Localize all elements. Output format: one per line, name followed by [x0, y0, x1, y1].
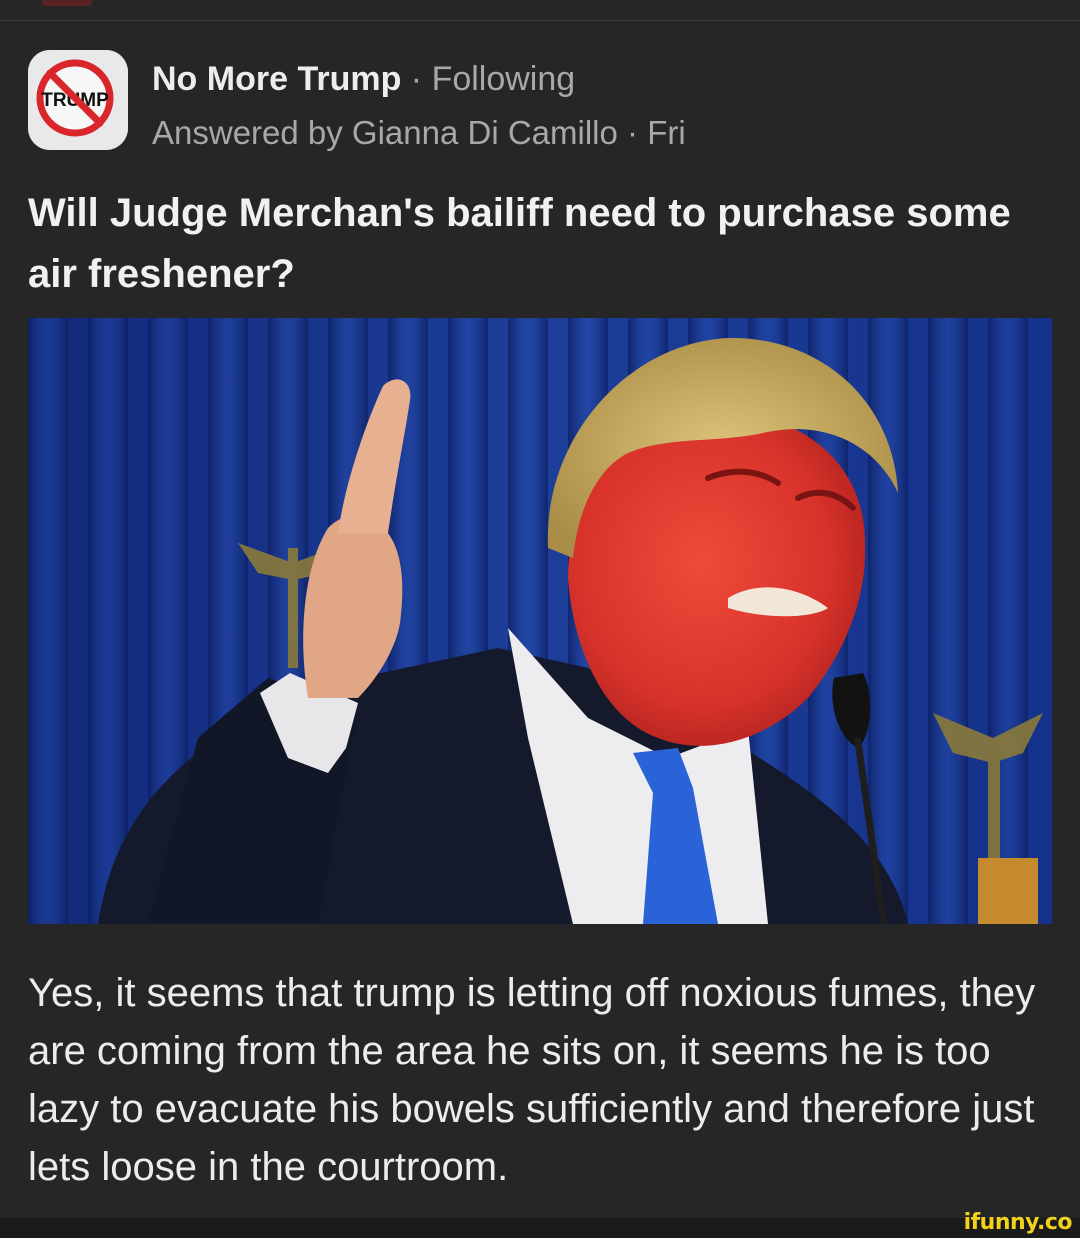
space-logo-avatar[interactable]: TRUMP	[28, 50, 128, 150]
bottom-bar	[0, 1218, 1080, 1238]
space-title-line: No More Trump · Following	[152, 58, 575, 100]
post-header: TRUMP No More Trump · Following Answered…	[28, 50, 1048, 160]
ifunny-watermark: ifunny.co	[963, 1210, 1073, 1235]
post-photo[interactable]	[28, 318, 1052, 924]
answer-attribution[interactable]: Answered by Gianna Di Camillo · Fri	[152, 112, 686, 154]
question-title[interactable]: Will Judge Merchan's bailiff need to pur…	[28, 183, 1048, 305]
top-divider	[0, 20, 1080, 21]
top-accent-bar	[42, 0, 92, 6]
no-trump-prohibition-icon: TRUMP	[28, 50, 128, 150]
following-button[interactable]: Following	[432, 60, 576, 98]
title-separator: ·	[401, 60, 432, 98]
space-name-link[interactable]: No More Trump	[152, 60, 401, 98]
answer-text: Yes, it seems that trump is letting off …	[28, 971, 1036, 1189]
angry-politician-photo	[28, 318, 1052, 924]
